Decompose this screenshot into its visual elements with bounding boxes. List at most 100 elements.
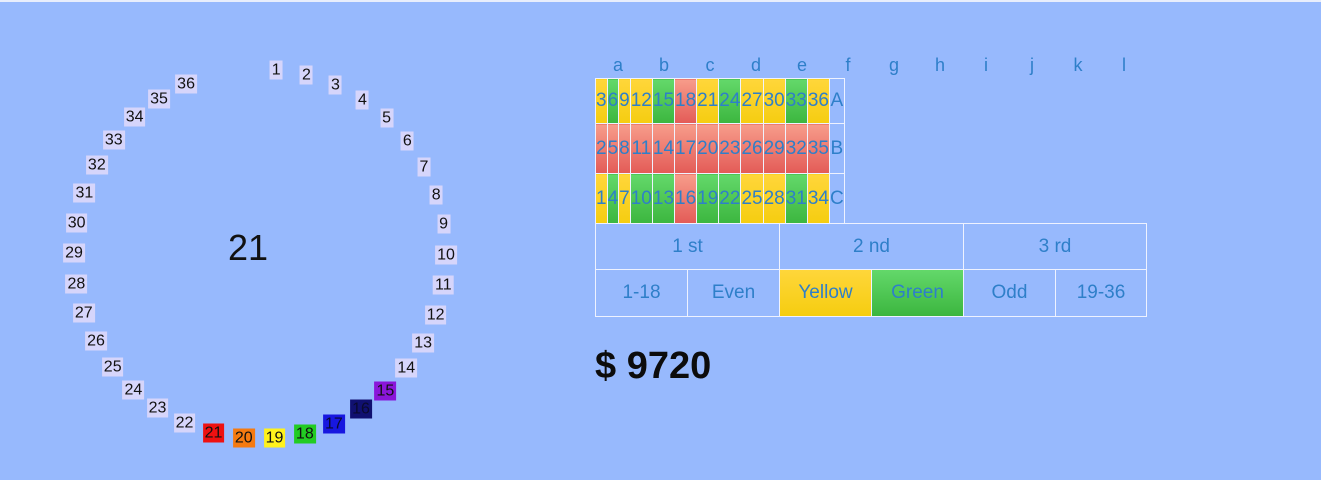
wheel-number: 20 (232, 428, 255, 448)
wheel-number: 6 (400, 131, 414, 151)
wheel-number: 28 (65, 274, 88, 294)
column-letter-g[interactable]: g (871, 55, 917, 76)
number-cell-28[interactable]: 28 (762, 173, 786, 224)
wheel-number: 25 (101, 357, 124, 377)
number-cell-15[interactable]: 15 (651, 78, 676, 124)
wheel-result: 21 (227, 227, 269, 268)
row-bet-b[interactable]: B (829, 123, 845, 174)
outside-bet-yellow[interactable]: Yellow (779, 269, 872, 317)
wheel-number: 33 (102, 130, 125, 150)
number-cell-34[interactable]: 34 (806, 173, 831, 224)
number-cell-27[interactable]: 27 (740, 78, 764, 124)
number-grid: 3 6 9 12 15 18 21 24 27 30 33 36 A 2 5 8 11 14 17 20 23 26 29 3… (595, 78, 845, 224)
column-letter-a[interactable]: a (595, 55, 641, 76)
wheel-number: 7 (417, 157, 431, 177)
dozen-bet-2[interactable]: 2 nd (779, 223, 964, 270)
wheel-number: 21 (202, 423, 225, 443)
number-cell-26[interactable]: 26 (740, 123, 764, 174)
number-cell-17[interactable]: 17 (674, 123, 698, 174)
wheel-number: 11 (433, 275, 454, 295)
wheel-number: 35 (148, 89, 170, 109)
wheel-number: 17 (323, 414, 345, 434)
number-cell-33[interactable]: 33 (784, 78, 808, 124)
dozen-bet-3[interactable]: 3 rd (963, 223, 1147, 270)
wheel-number: 14 (395, 358, 418, 378)
number-cell-6[interactable]: 6 (606, 78, 620, 124)
wheel-number: 27 (72, 303, 95, 323)
number-cell-4[interactable]: 4 (606, 173, 620, 224)
column-letter-h[interactable]: h (917, 55, 963, 76)
column-letter-i[interactable]: i (963, 55, 1009, 76)
number-cell-5[interactable]: 5 (606, 123, 620, 174)
grid-row-a: 3 6 9 12 15 18 21 24 27 30 33 36 A (595, 78, 845, 124)
number-cell-13[interactable]: 13 (651, 173, 676, 224)
number-cell-12[interactable]: 12 (629, 78, 653, 124)
column-letter-j[interactable]: j (1009, 55, 1055, 76)
number-cell-2[interactable]: 2 (595, 123, 608, 174)
wheel-number: 16 (350, 399, 372, 419)
wheel-number: 9 (437, 214, 451, 234)
number-cell-36[interactable]: 36 (806, 78, 831, 124)
column-letter-b[interactable]: b (641, 55, 687, 76)
wheel-number: 18 (293, 424, 316, 444)
number-cell-29[interactable]: 29 (762, 123, 786, 174)
wheel-number: 36 (175, 74, 197, 94)
outside-bets: 1-18 Even Yellow Green Odd 19-36 (595, 269, 1147, 317)
outside-bet-odd[interactable]: Odd (963, 269, 1056, 317)
number-cell-10[interactable]: 10 (629, 173, 653, 224)
number-cell-18[interactable]: 18 (674, 78, 698, 124)
number-cell-30[interactable]: 30 (762, 78, 786, 124)
wheel-number: 24 (122, 380, 145, 400)
wheel-number: 26 (85, 331, 107, 351)
outside-bet-even[interactable]: Even (687, 269, 780, 317)
number-cell-11[interactable]: 11 (629, 123, 653, 174)
number-cell-24[interactable]: 24 (718, 78, 742, 124)
number-cell-9[interactable]: 9 (618, 78, 631, 124)
column-letter-k[interactable]: k (1055, 55, 1101, 76)
wheel-number: 15 (374, 381, 397, 401)
column-letter-c[interactable]: c (687, 55, 733, 76)
outside-bet-1-18[interactable]: 1-18 (595, 269, 688, 317)
number-cell-8[interactable]: 8 (618, 123, 631, 174)
row-bet-a[interactable]: A (829, 78, 845, 124)
wheel-number: 22 (173, 413, 196, 433)
number-cell-16[interactable]: 16 (674, 173, 698, 224)
number-cell-20[interactable]: 20 (696, 123, 720, 174)
grid-row-c: 1 4 7 10 13 16 19 22 25 28 31 34 C (595, 173, 845, 224)
wheel-number: 30 (65, 213, 88, 233)
column-letter-l[interactable]: l (1101, 55, 1147, 76)
wheel-number: 34 (123, 107, 146, 127)
dozen-bet-1[interactable]: 1 st (595, 223, 780, 270)
roulette-wheel: 21 1 2 3 4 5 6 7 8 9 10 11 12 13 14 15 16 17 18 19 20 21 22 23… (0, 0, 580, 480)
wheel-number: 10 (435, 245, 457, 265)
column-letter-f[interactable]: f (825, 55, 871, 76)
wheel-number: 31 (73, 183, 96, 203)
wheel-number: 5 (380, 108, 394, 128)
wheel-number: 32 (85, 155, 108, 175)
row-bet-c[interactable]: C (829, 173, 845, 224)
outside-bet-green[interactable]: Green (871, 269, 964, 317)
wheel-number: 19 (263, 428, 286, 448)
outside-bet-19-36[interactable]: 19-36 (1055, 269, 1147, 317)
number-cell-25[interactable]: 25 (740, 173, 764, 224)
balance-display: $ 9720 (595, 345, 712, 387)
number-cell-1[interactable]: 1 (595, 173, 608, 224)
number-cell-32[interactable]: 32 (784, 123, 808, 174)
number-cell-21[interactable]: 21 (696, 78, 720, 124)
number-cell-7[interactable]: 7 (618, 173, 631, 224)
number-cell-35[interactable]: 35 (806, 123, 831, 174)
number-cell-31[interactable]: 31 (784, 173, 808, 224)
column-letter-e[interactable]: e (779, 55, 825, 76)
wheel-number: 13 (412, 333, 435, 353)
number-cell-19[interactable]: 19 (696, 173, 720, 224)
column-letter-d[interactable]: d (733, 55, 779, 76)
number-cell-14[interactable]: 14 (651, 123, 676, 174)
number-cell-22[interactable]: 22 (718, 173, 742, 224)
number-cell-3[interactable]: 3 (595, 78, 608, 124)
dozen-bets: 1 st 2 nd 3 rd (595, 223, 1147, 270)
grid-row-b: 2 5 8 11 14 17 20 23 26 29 32 35 B (595, 123, 845, 174)
number-cell-23[interactable]: 23 (718, 123, 742, 174)
wheel-number: 1 (269, 60, 283, 80)
wheel-number: 3 (329, 75, 342, 95)
wheel-number: 23 (146, 398, 169, 418)
